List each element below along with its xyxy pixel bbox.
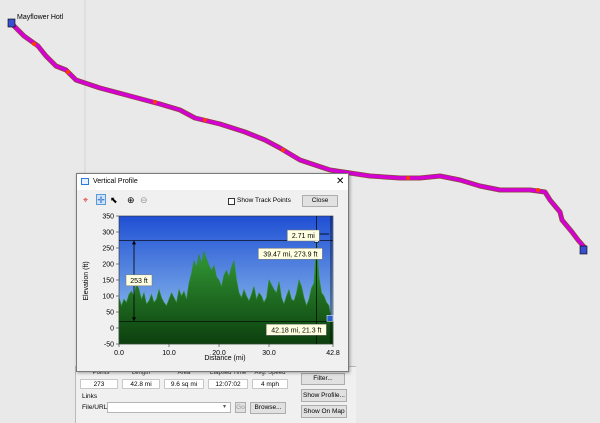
vertical-profile-titlebar[interactable]: Vertical Profile ✕ <box>77 174 348 190</box>
x-tick-label: 0.0 <box>114 350 124 357</box>
start-flag-icon[interactable] <box>7 18 16 28</box>
y-tick-label: 150 <box>102 277 114 284</box>
filter-button[interactable]: Filter... <box>301 373 345 385</box>
end-flag-icon[interactable] <box>579 245 588 255</box>
window-title: Vertical Profile <box>93 178 138 185</box>
file-url-input[interactable] <box>107 402 231 413</box>
cursor-readout-label: 39.47 mi, 273.9 ft <box>263 251 317 258</box>
elevation-diff-label: 253 ft <box>130 278 148 285</box>
show-track-points-checkbox[interactable] <box>228 198 235 205</box>
zoom-out-icon[interactable]: ⊖ <box>140 195 148 205</box>
track-waypoint-markers <box>32 42 540 192</box>
file-url-label: File/URL: <box>82 404 110 411</box>
y-tick-label: 350 <box>102 213 114 220</box>
y-tick-label: -50 <box>104 341 114 348</box>
y-axis-label: Elevation (ft) <box>83 261 90 300</box>
y-tick-label: 0 <box>110 325 114 332</box>
browse-button[interactable]: Browse... <box>250 402 286 414</box>
x-tick-label: 30.0 <box>262 350 276 357</box>
y-tick-label: 100 <box>102 293 114 300</box>
y-tick-label: 50 <box>106 309 114 316</box>
zoom-in-icon[interactable]: ⊕ <box>127 195 135 205</box>
crosshair-blue-icon[interactable]: ✛ <box>96 194 106 205</box>
close-button[interactable]: Close <box>302 195 338 207</box>
show-track-points-label: Show Track Points <box>237 197 291 204</box>
x-tick-label: 20.0 <box>212 350 226 357</box>
show-profile-button[interactable]: Show Profile... <box>301 389 347 402</box>
close-icon[interactable]: ✕ <box>336 176 344 187</box>
stat-value-elapsed-time: 12:07:02 <box>208 379 248 389</box>
stat-value-points: 273 <box>80 379 118 389</box>
elevation-chart[interactable]: Elevation (ft) Distance (mi) 35030025020… <box>77 211 345 369</box>
go-button[interactable]: Go <box>235 402 246 413</box>
x-tick-label: 10.0 <box>162 350 176 357</box>
chevron-down-icon[interactable]: ▾ <box>223 403 226 410</box>
crosshair-red-icon[interactable]: ⌖ <box>83 195 88 205</box>
y-tick-label: 200 <box>102 261 114 268</box>
stat-value-area: 9.6 sq mi <box>164 379 204 389</box>
y-axis-ticks: 350 300 250 200 150 100 50 0 -50 <box>102 213 119 348</box>
waypoint-label: Mayflower Hotl <box>17 14 64 21</box>
window-app-icon <box>81 178 89 185</box>
stat-value-length: 42.8 mi <box>122 379 160 389</box>
show-on-map-button[interactable]: Show On Map <box>301 405 347 418</box>
links-label: Links <box>82 393 98 400</box>
x-tick-label: 42.8 <box>326 350 340 357</box>
y-tick-label: 300 <box>102 229 114 236</box>
stat-value-avg-speed: 4 mph <box>252 379 288 389</box>
select-arrow-icon[interactable]: ⬉ <box>110 195 118 205</box>
y-tick-label: 250 <box>102 245 114 252</box>
end-point-marker <box>326 315 334 322</box>
end-readout-label: 42.18 mi, 21.3 ft <box>271 327 321 334</box>
distance-span-label: 2.71 mi <box>292 233 315 240</box>
